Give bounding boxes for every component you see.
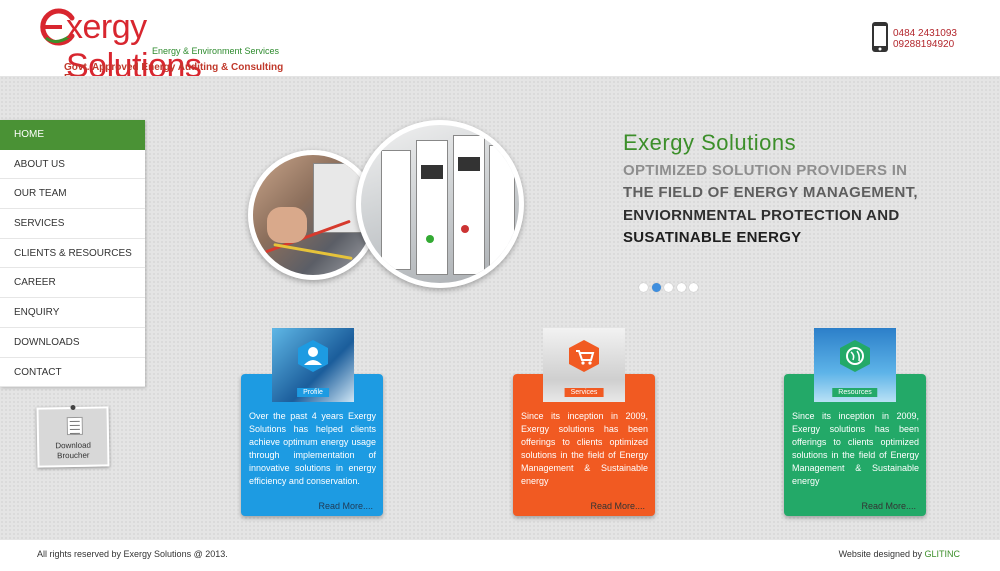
sidebar-nav: HOME ABOUT US OUR TEAM SERVICES CLIENTS … bbox=[0, 120, 145, 388]
hero-line-2: THE FIELD OF ENERGY MANAGEMENT, bbox=[623, 184, 918, 201]
main-area: HOME ABOUT US OUR TEAM SERVICES CLIENTS … bbox=[0, 76, 1000, 540]
slider-dot-1[interactable] bbox=[639, 283, 648, 292]
hero-image-control-panel bbox=[356, 120, 524, 288]
profile-thumbnail: Profile bbox=[272, 328, 354, 402]
nav-item-clients-resources[interactable]: CLIENTS & RESOURCES bbox=[0, 239, 145, 269]
footer-copyright: All rights reserved by Exergy Solutions … bbox=[37, 549, 228, 559]
site-footer: All rights reserved by Exergy Solutions … bbox=[0, 540, 1000, 571]
nav-item-career[interactable]: CAREER bbox=[0, 268, 145, 299]
hero-title: Exergy Solutions bbox=[623, 130, 797, 155]
site-header: xergy Solutions Energy & Environment Ser… bbox=[0, 0, 1000, 85]
slider-pagination bbox=[639, 279, 702, 292]
download-brochure-button[interactable]: Download Broucher bbox=[36, 404, 110, 468]
hero-line-4: SUSATINABLE ENERGY bbox=[623, 229, 802, 246]
nav-item-services[interactable]: SERVICES bbox=[0, 209, 145, 239]
user-icon bbox=[298, 340, 328, 372]
resources-badge: Resources bbox=[832, 388, 878, 397]
resources-read-more-link[interactable]: Read More.... bbox=[861, 501, 916, 511]
services-badge: Services bbox=[564, 388, 604, 397]
resources-thumbnail: Resources bbox=[814, 328, 896, 402]
nav-item-contact[interactable]: CONTACT bbox=[0, 358, 145, 388]
services-text: Since its inception in 2009, Exergy solu… bbox=[521, 411, 648, 486]
nav-item-enquiry[interactable]: ENQUIRY bbox=[0, 298, 145, 328]
slider-dot-3[interactable] bbox=[664, 283, 673, 292]
profile-read-more-link[interactable]: Read More.... bbox=[318, 501, 373, 511]
nav-item-about-us[interactable]: ABOUT US bbox=[0, 150, 145, 180]
document-icon bbox=[66, 416, 83, 436]
slider-dot-4[interactable] bbox=[676, 283, 686, 292]
globe-icon bbox=[840, 340, 870, 372]
phone-number-2[interactable]: 09288194920 bbox=[893, 39, 954, 50]
pin-icon bbox=[70, 404, 76, 411]
designer-link[interactable]: GLITINC bbox=[924, 549, 960, 559]
site-logo[interactable]: xergy Solutions Energy & Environment Ser… bbox=[36, 6, 286, 85]
nav-item-downloads[interactable]: DOWNLOADS bbox=[0, 328, 145, 358]
profile-card: Profile Over the past 4 years Exergy Sol… bbox=[241, 328, 383, 516]
nav-item-our-team[interactable]: OUR TEAM bbox=[0, 179, 145, 210]
profile-badge: Profile bbox=[297, 388, 329, 397]
shopping-cart-icon bbox=[569, 340, 599, 372]
footer-credit-label: Website designed by bbox=[838, 549, 925, 559]
mobile-phone-icon bbox=[872, 22, 888, 52]
resources-text: Since its inception in 2009, Exergy solu… bbox=[792, 411, 919, 486]
nav-item-home[interactable]: HOME bbox=[0, 120, 145, 150]
hero-line-3: ENVIORNMENTAL PROTECTION AND bbox=[623, 207, 900, 224]
profile-text: Over the past 4 years Exergy Solutions h… bbox=[249, 411, 376, 486]
services-thumbnail: Services bbox=[543, 328, 625, 402]
resources-card: Resources Since its inception in 2009, E… bbox=[784, 328, 926, 516]
slider-dot-5[interactable] bbox=[689, 283, 698, 292]
brochure-label: Download Broucher bbox=[55, 440, 92, 461]
footer-credit: Website designed by GLITINC bbox=[839, 549, 960, 559]
phone-number-1[interactable]: 0484 2431093 bbox=[893, 28, 957, 39]
slider-dot-2[interactable] bbox=[651, 283, 661, 292]
brand-tagline: Energy & Environment Services bbox=[152, 46, 280, 56]
hero-line-1: OPTIMIZED SOLUTION PROVIDERS IN bbox=[623, 162, 908, 179]
services-read-more-link[interactable]: Read More.... bbox=[590, 501, 645, 511]
services-card: Services Since its inception in 2009, Ex… bbox=[513, 328, 655, 516]
